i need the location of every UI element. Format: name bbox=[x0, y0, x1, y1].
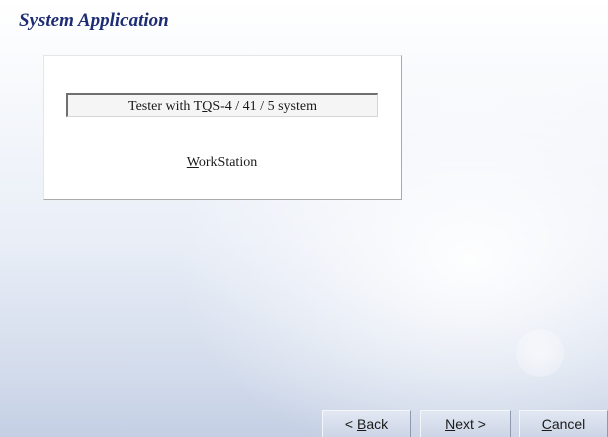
cancel-button[interactable]: Cancel bbox=[519, 410, 608, 437]
option-label-suffix: S-4 / 41 / 5 system bbox=[212, 99, 317, 114]
button-label-accelerator: B bbox=[356, 416, 367, 432]
back-button[interactable]: < Back bbox=[322, 410, 411, 437]
button-label-prefix: < bbox=[344, 416, 357, 432]
system-choice-panel: Tester with TQS-4 / 41 / 5 system WorkSt… bbox=[43, 55, 402, 200]
wizard-title: System Application bbox=[19, 10, 169, 31]
option-label-accelerator: Q bbox=[202, 99, 213, 114]
button-label-accelerator: C bbox=[541, 416, 552, 432]
option-label-prefix: Tester with T bbox=[128, 99, 203, 114]
button-label-suffix: ext > bbox=[455, 416, 486, 432]
button-label-accelerator: N bbox=[445, 416, 456, 432]
option-label-suffix: orkStation bbox=[198, 155, 258, 170]
option-label-accelerator: W bbox=[186, 155, 199, 170]
next-button[interactable]: Next > bbox=[420, 410, 511, 437]
option-tester-tos-system[interactable]: Tester with TQS-4 / 41 / 5 system bbox=[66, 93, 378, 117]
button-label-suffix: ack bbox=[366, 416, 389, 432]
option-workstation[interactable]: WorkStation bbox=[66, 151, 378, 175]
decorative-circle bbox=[516, 329, 564, 377]
button-label-suffix: ancel bbox=[551, 416, 586, 432]
